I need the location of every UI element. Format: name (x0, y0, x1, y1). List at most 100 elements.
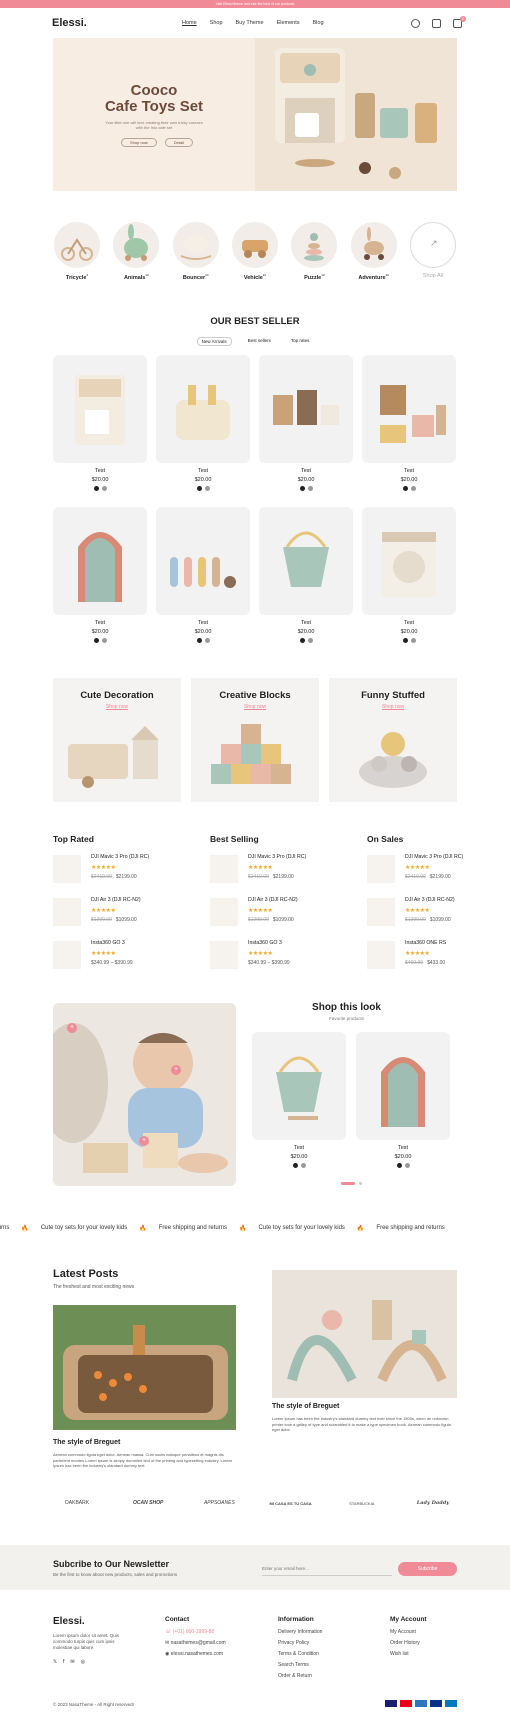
product-image[interactable] (362, 355, 456, 463)
hotspot-plus[interactable]: + (171, 1065, 181, 1075)
post-image[interactable] (272, 1270, 457, 1398)
product-card[interactable]: Test $20.00 (156, 355, 250, 491)
cart-icon[interactable]: 0 (453, 16, 466, 28)
product-image[interactable] (259, 507, 353, 615)
footer-link[interactable]: Search Terms (278, 1662, 322, 1668)
user-icon[interactable] (411, 19, 420, 28)
list-item[interactable]: DJI Air 3 (DJI RC-N2) ★★★★★ $1299.00 $1099.… (53, 895, 203, 929)
shop-now-link[interactable]: Shop now (53, 704, 181, 710)
list-item-name[interactable]: Insta360 GO 3 (248, 940, 282, 946)
email-link[interactable]: ✉ nasathemes@gmail.com (165, 1640, 226, 1646)
category-puzzle[interactable]: Puzzle10 (290, 222, 338, 281)
color-swatch[interactable] (93, 638, 99, 643)
banner-creative-blocks[interactable]: Creative Blocks Shop now (191, 678, 319, 802)
product-card[interactable]: Test $20.00 (362, 507, 456, 643)
nav-elements[interactable]: Elements (277, 20, 300, 26)
newsletter-email-input[interactable] (262, 1562, 392, 1576)
color-swatch[interactable] (307, 638, 313, 643)
list-item[interactable]: Insta360 ONE RS ★★★★★ $469.99 $433.00 (367, 938, 510, 972)
footer-link[interactable]: Delivery Information (278, 1629, 322, 1635)
color-swatch[interactable] (93, 486, 99, 491)
product-name[interactable]: Test (156, 620, 250, 626)
mail-icon[interactable]: ✉ (70, 1659, 74, 1665)
product-image[interactable] (362, 507, 456, 615)
list-item-name[interactable]: DJI Mavic 3 Pro (DJI RC) (405, 854, 463, 860)
slider-indicator[interactable] (359, 1182, 362, 1185)
subscribe-button[interactable]: Subcribe (398, 1562, 457, 1576)
category-vehicle[interactable]: Vehicle10 (231, 222, 279, 281)
list-thumb[interactable] (210, 855, 238, 883)
product-name[interactable]: Test (259, 468, 353, 474)
nav-blog[interactable]: Blog (313, 20, 324, 26)
color-swatch[interactable] (299, 638, 305, 643)
post-title[interactable]: The style of Breguet (53, 1439, 120, 1446)
list-thumb[interactable] (53, 941, 81, 969)
product-card[interactable]: Test $20.00 (156, 507, 250, 643)
hotspot-plus[interactable]: + (67, 1023, 77, 1033)
color-swatch[interactable] (410, 486, 416, 491)
product-name[interactable]: Test (53, 620, 147, 626)
look-product-card[interactable]: Test $20.00 (356, 1032, 450, 1168)
nav-home[interactable]: Home (182, 20, 197, 26)
category-shop-all[interactable]: ↗ Shop All (409, 222, 457, 281)
wishlist-icon[interactable] (432, 19, 441, 28)
product-name[interactable]: Test (53, 468, 147, 474)
color-swatch[interactable] (410, 638, 416, 643)
shop-now-link[interactable]: Shop now (191, 704, 319, 710)
color-swatch[interactable] (101, 486, 107, 491)
product-name[interactable]: Test (156, 468, 250, 474)
nav-buy-theme[interactable]: Buy Theme (236, 20, 264, 26)
product-image[interactable] (156, 507, 250, 615)
tab-best-sellers[interactable]: Best sellers (244, 337, 275, 346)
list-item[interactable]: DJI Air 3 (DJI RC-N2) ★★★★★ $1299.00 $1099.… (367, 895, 510, 929)
list-item[interactable]: DJI Mavic 3 Pro (DJI RC) ★★★★★ $2419.00 $21… (210, 852, 360, 886)
product-card[interactable]: Test $20.00 (259, 355, 353, 491)
shop-now-button[interactable]: Shop now (121, 138, 157, 147)
list-thumb[interactable] (367, 898, 395, 926)
color-swatch[interactable] (299, 486, 305, 491)
instagram-icon[interactable]: ◎ (81, 1659, 85, 1665)
product-name[interactable]: Test (259, 620, 353, 626)
color-swatch[interactable] (204, 638, 210, 643)
list-thumb[interactable] (210, 941, 238, 969)
brand-logo[interactable]: Lady Daddy (409, 1500, 457, 1506)
color-swatch[interactable] (402, 486, 408, 491)
banner-cute-decoration[interactable]: Cute Decoration Shop now (53, 678, 181, 802)
category-bouncer[interactable]: Bouncer10 (172, 222, 220, 281)
nav-shop[interactable]: Shop (210, 20, 223, 26)
list-item[interactable]: DJI Mavic 3 Pro (DJI RC) ★★★★★ $2419.00 $21… (53, 852, 203, 886)
brand-logo[interactable]: APPSOANES (195, 1500, 243, 1506)
product-card[interactable]: Test $20.00 (53, 355, 147, 491)
facebook-icon[interactable]: f (63, 1659, 64, 1665)
list-thumb[interactable] (53, 855, 81, 883)
color-swatch[interactable] (101, 638, 107, 643)
brand-logo[interactable]: MI CASA ES TU CASA (267, 1501, 315, 1506)
footer-link[interactable]: Wish list (390, 1651, 427, 1657)
list-item-name[interactable]: DJI Air 3 (DJI RC-N2) (91, 897, 141, 903)
product-image[interactable] (53, 355, 147, 463)
brand-logo[interactable]: STARBUCKIA (338, 1501, 386, 1506)
list-thumb[interactable] (367, 855, 395, 883)
list-thumb[interactable] (53, 898, 81, 926)
detail-button[interactable]: Detail (164, 138, 194, 147)
look-product-card[interactable]: Test $20.00 (252, 1032, 346, 1168)
footer-link[interactable]: Terms & Condition (278, 1651, 322, 1657)
category-adventure[interactable]: Adventure10 (350, 222, 398, 281)
logo[interactable]: Elessi. (52, 17, 87, 29)
footer-link[interactable]: Order & Return (278, 1673, 322, 1679)
list-item-name[interactable]: Insta360 ONE RS (405, 940, 446, 946)
product-image[interactable] (156, 355, 250, 463)
list-item-name[interactable]: DJI Mavic 3 Pro (DJI RC) (91, 854, 149, 860)
color-swatch[interactable] (402, 638, 408, 643)
product-name[interactable]: Test (362, 468, 456, 474)
brand-logo[interactable]: OCAN SHOP (124, 1500, 172, 1506)
product-card[interactable]: Test $20.00 (259, 507, 353, 643)
website-link[interactable]: ◉ elessi.nasathemes.com (165, 1651, 226, 1657)
post-title[interactable]: The style of Breguet (272, 1403, 339, 1410)
tab-new-arrivals[interactable]: New Arrivals (196, 337, 232, 346)
product-name[interactable]: Test (362, 620, 456, 626)
color-swatch[interactable] (307, 486, 313, 491)
color-swatch[interactable] (196, 638, 202, 643)
category-animals[interactable]: Animals10 (112, 222, 160, 281)
footer-logo[interactable]: Elessi. (53, 1616, 131, 1627)
